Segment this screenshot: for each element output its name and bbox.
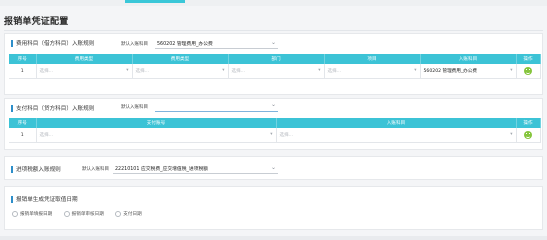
account-value: 560202 管理费用_办公费 bbox=[423, 69, 477, 74]
default-account-label: 默认入账科目 bbox=[121, 42, 148, 47]
table-header-row: 序号 费用类型 费用类型 部门 项目 入账科目 操作 bbox=[9, 54, 541, 64]
column-header: 部门 bbox=[228, 54, 325, 64]
radio-audit-date[interactable]: 报销单审核日期 bbox=[63, 211, 104, 218]
payment-rules-table: 序号 支付账号 入账科目 操作 1 选择... ▾ 选择... ▾ bbox=[9, 118, 541, 143]
expense-rules-table: 序号 费用类型 费用类型 部门 项目 入账科目 操作 1 选择... ▾ 选择..… bbox=[9, 54, 541, 79]
input-tax-card: 进项税额入账规则 默认入账科目 22210101 应交税费_应交增值税_进项税额… bbox=[4, 156, 543, 180]
active-tab-indicator bbox=[125, 0, 185, 3]
top-strip bbox=[0, 0, 547, 6]
select-placeholder: 选择... bbox=[135, 69, 150, 74]
row-actions bbox=[516, 64, 541, 79]
chevron-down-icon[interactable]: ⌄ bbox=[271, 40, 276, 46]
expense-type-select[interactable]: 选择... ▾ bbox=[36, 64, 133, 79]
table-row: 1 选择... ▾ 选择... ▾ 选择... ▾ 选择... ▾ 560202 管理费… bbox=[9, 64, 541, 79]
radio-payment-date[interactable]: 支付日期 bbox=[115, 211, 142, 218]
radio-label: 支付日期 bbox=[123, 212, 142, 217]
default-account-underline bbox=[113, 173, 278, 174]
section-header: 报销单生成凭证取值日期 bbox=[11, 195, 78, 203]
smile-icon[interactable] bbox=[524, 131, 532, 139]
column-header: 入账科目 bbox=[276, 118, 517, 128]
section-header: 费用科目（借方科目）入账规则 bbox=[11, 39, 94, 47]
section-title: 费用科目（借方科目）入账规则 bbox=[16, 41, 95, 47]
column-header: 序号 bbox=[9, 118, 37, 128]
account-select[interactable]: 560202 管理费用_办公费 ▾ bbox=[420, 64, 517, 79]
chevron-down-icon: ▾ bbox=[510, 68, 513, 73]
row-actions bbox=[516, 128, 541, 143]
smile-icon[interactable] bbox=[524, 67, 532, 75]
default-account-label: 默认入账科目 bbox=[121, 105, 148, 110]
page-title: 报销单凭证配置 bbox=[4, 17, 69, 27]
voucher-date-options: 报销单填报日期 报销单审核日期 支付日期 bbox=[12, 211, 152, 218]
column-header: 项目 bbox=[324, 54, 421, 64]
department-select[interactable]: 选择... ▾ bbox=[228, 64, 325, 79]
select-placeholder: 选择... bbox=[39, 69, 54, 74]
section-marker bbox=[11, 165, 13, 173]
row-index: 1 bbox=[9, 64, 37, 79]
chevron-down-icon[interactable]: ⌄ bbox=[271, 102, 276, 108]
title-divider bbox=[4, 30, 543, 31]
chevron-down-icon: ▾ bbox=[126, 68, 129, 73]
radio-icon bbox=[63, 211, 70, 217]
chevron-down-icon: ▾ bbox=[318, 68, 321, 73]
row-index: 1 bbox=[9, 128, 37, 143]
section-header: 进项税额入账规则 bbox=[11, 165, 61, 173]
radio-label: 报销单填报日期 bbox=[20, 212, 53, 217]
select-placeholder: 选择... bbox=[231, 69, 246, 74]
chevron-down-icon: ▾ bbox=[222, 68, 225, 73]
select-placeholder: 选择... bbox=[279, 133, 294, 138]
section-header: 支付科目（贷方科目）入账规则 bbox=[11, 104, 94, 112]
default-account-select[interactable]: 560202 管理费用_办公费 bbox=[157, 40, 213, 47]
radio-fill-date[interactable]: 报销单填报日期 bbox=[12, 211, 52, 218]
table-row: 1 选择... ▾ 选择... ▾ bbox=[9, 128, 541, 143]
column-header: 费用类型 bbox=[36, 54, 133, 64]
section-marker bbox=[11, 104, 13, 112]
project-select[interactable]: 选择... ▾ bbox=[324, 64, 421, 79]
chevron-down-icon: ▾ bbox=[510, 132, 513, 137]
default-account-underline bbox=[155, 48, 278, 49]
column-header: 操作 bbox=[516, 54, 541, 64]
radio-label: 报销单审核日期 bbox=[71, 212, 104, 217]
default-account-label: 默认入账科目 bbox=[82, 167, 109, 172]
payment-account-select[interactable]: 选择... ▾ bbox=[36, 128, 277, 143]
column-header: 费用类型 bbox=[132, 54, 229, 64]
chevron-down-icon: ▾ bbox=[270, 132, 273, 137]
bottom-strip bbox=[0, 236, 547, 240]
expense-type-select[interactable]: 选择... ▾ bbox=[132, 64, 229, 79]
payment-account-card: 支付科目（贷方科目）入账规则 默认入账科目 ⌄ 序号 支付账号 入账科目 操作 … bbox=[4, 98, 543, 150]
radio-icon bbox=[12, 211, 18, 217]
select-placeholder: 选择... bbox=[39, 133, 54, 138]
column-header: 入账科目 bbox=[420, 54, 517, 64]
section-title: 支付科目（贷方科目）入账规则 bbox=[16, 106, 95, 112]
column-header: 支付账号 bbox=[36, 118, 277, 128]
section-title: 进项税额入账规则 bbox=[16, 167, 61, 173]
table-header-row: 序号 支付账号 入账科目 操作 bbox=[9, 118, 541, 128]
radio-icon bbox=[115, 211, 122, 217]
chevron-down-icon[interactable]: ⌄ bbox=[271, 165, 276, 171]
column-header: 操作 bbox=[516, 118, 541, 128]
select-placeholder: 选择... bbox=[327, 69, 342, 74]
chevron-down-icon: ▾ bbox=[414, 68, 417, 73]
section-title: 报销单生成凭证取值日期 bbox=[16, 197, 78, 203]
account-select[interactable]: 选择... ▾ bbox=[276, 128, 517, 143]
default-account-select[interactable]: 22210101 应交税费_应交增值税_进项税额 bbox=[115, 165, 208, 172]
voucher-date-card: 报销单生成凭证取值日期 bbox=[4, 186, 543, 230]
default-account-underline bbox=[155, 111, 278, 112]
section-marker bbox=[11, 195, 13, 203]
column-header: 序号 bbox=[9, 54, 37, 64]
expense-account-card: 费用科目（借方科目）入账规则 默认入账科目 560202 管理费用_办公费 ⌄ … bbox=[4, 33, 543, 95]
section-marker bbox=[11, 39, 13, 47]
